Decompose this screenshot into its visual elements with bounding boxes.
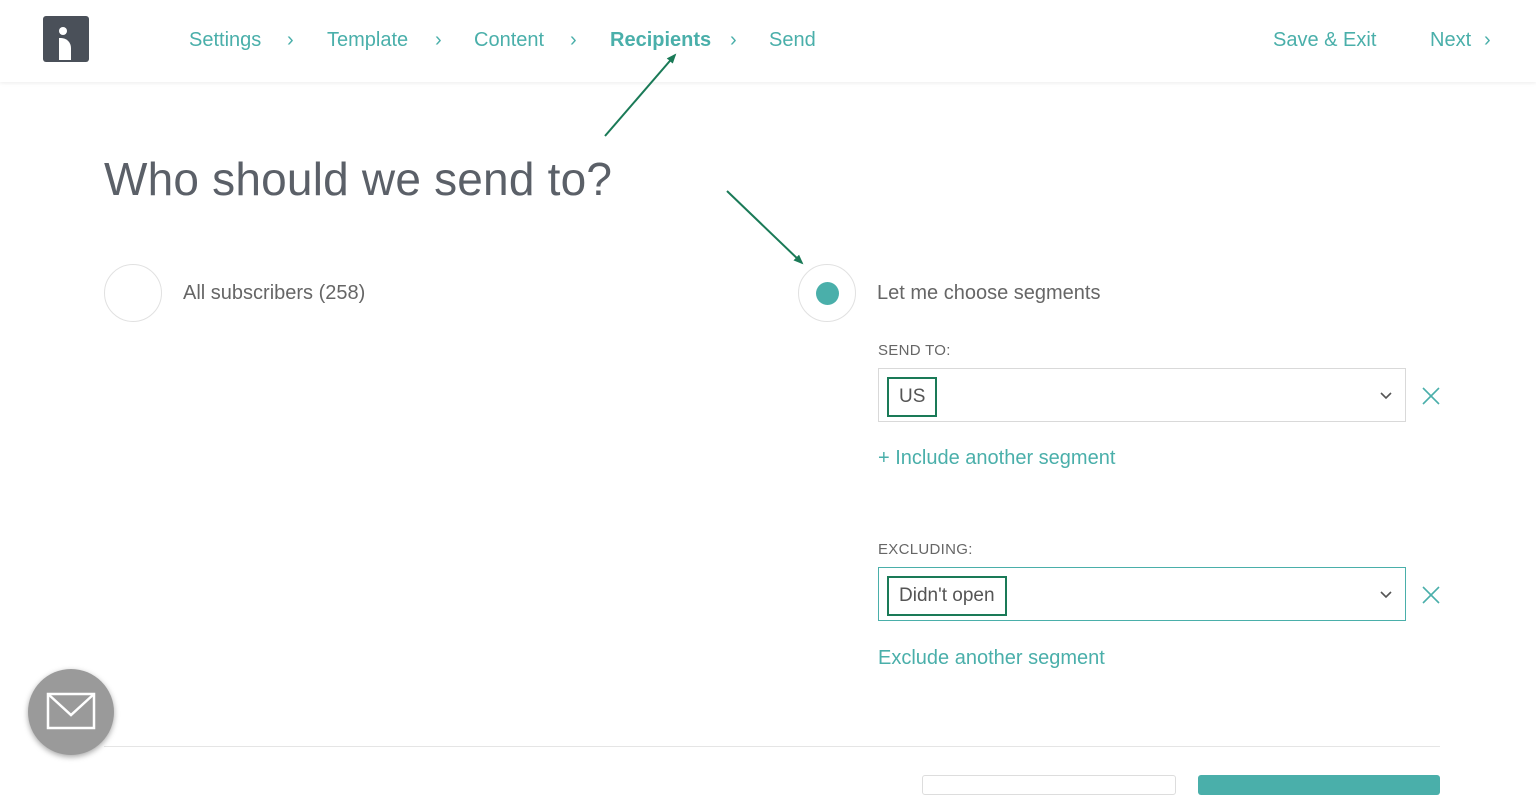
logo-dot [59,27,67,35]
top-nav-bar: Settings › Template › Content › Recipien… [0,0,1536,82]
send-to-select[interactable]: US [878,368,1406,422]
include-segment-link[interactable]: + Include another segment [878,447,1115,470]
close-icon[interactable] [1421,585,1441,605]
chevron-right-icon: › [287,29,294,51]
step-send[interactable]: Send [769,29,816,52]
next-step-button[interactable] [1198,775,1440,795]
chevron-right-icon: › [730,29,737,51]
envelope-icon [46,692,96,730]
choose-segments-label[interactable]: Let me choose segments [877,282,1100,305]
radio-all-subscribers[interactable] [104,264,162,322]
chevron-down-icon [1380,591,1392,599]
footer-divider [104,746,1440,747]
next-button[interactable]: Next [1430,29,1471,52]
back-button[interactable] [922,775,1176,795]
arrow-to-segments-radio [726,190,804,265]
step-content[interactable]: Content [474,29,544,52]
send-to-label: SEND TO: [878,342,951,359]
save-exit-button[interactable]: Save & Exit [1273,29,1376,52]
app-logo[interactable] [43,16,89,62]
radio-selected-dot [816,282,839,305]
step-settings[interactable]: Settings [189,29,261,52]
chevron-down-icon [1380,392,1392,400]
next-chevron-icon: › [1484,29,1491,51]
step-recipients[interactable]: Recipients [610,29,711,52]
chevron-right-icon: › [570,29,577,51]
page-title: Who should we send to? [104,153,613,205]
radio-choose-segments[interactable] [798,264,856,322]
all-subscribers-label[interactable]: All subscribers (258) [183,282,365,305]
chat-launcher[interactable] [28,669,114,755]
step-template[interactable]: Template [327,29,408,52]
chevron-right-icon: › [435,29,442,51]
excluding-select[interactable]: Didn't open [878,567,1406,621]
send-to-value: US [887,377,938,417]
excluding-value: Didn't open [887,576,1007,616]
logo-stem [59,38,71,60]
exclude-segment-link[interactable]: Exclude another segment [878,647,1105,670]
excluding-label: EXCLUDING: [878,541,973,558]
close-icon[interactable] [1421,386,1441,406]
